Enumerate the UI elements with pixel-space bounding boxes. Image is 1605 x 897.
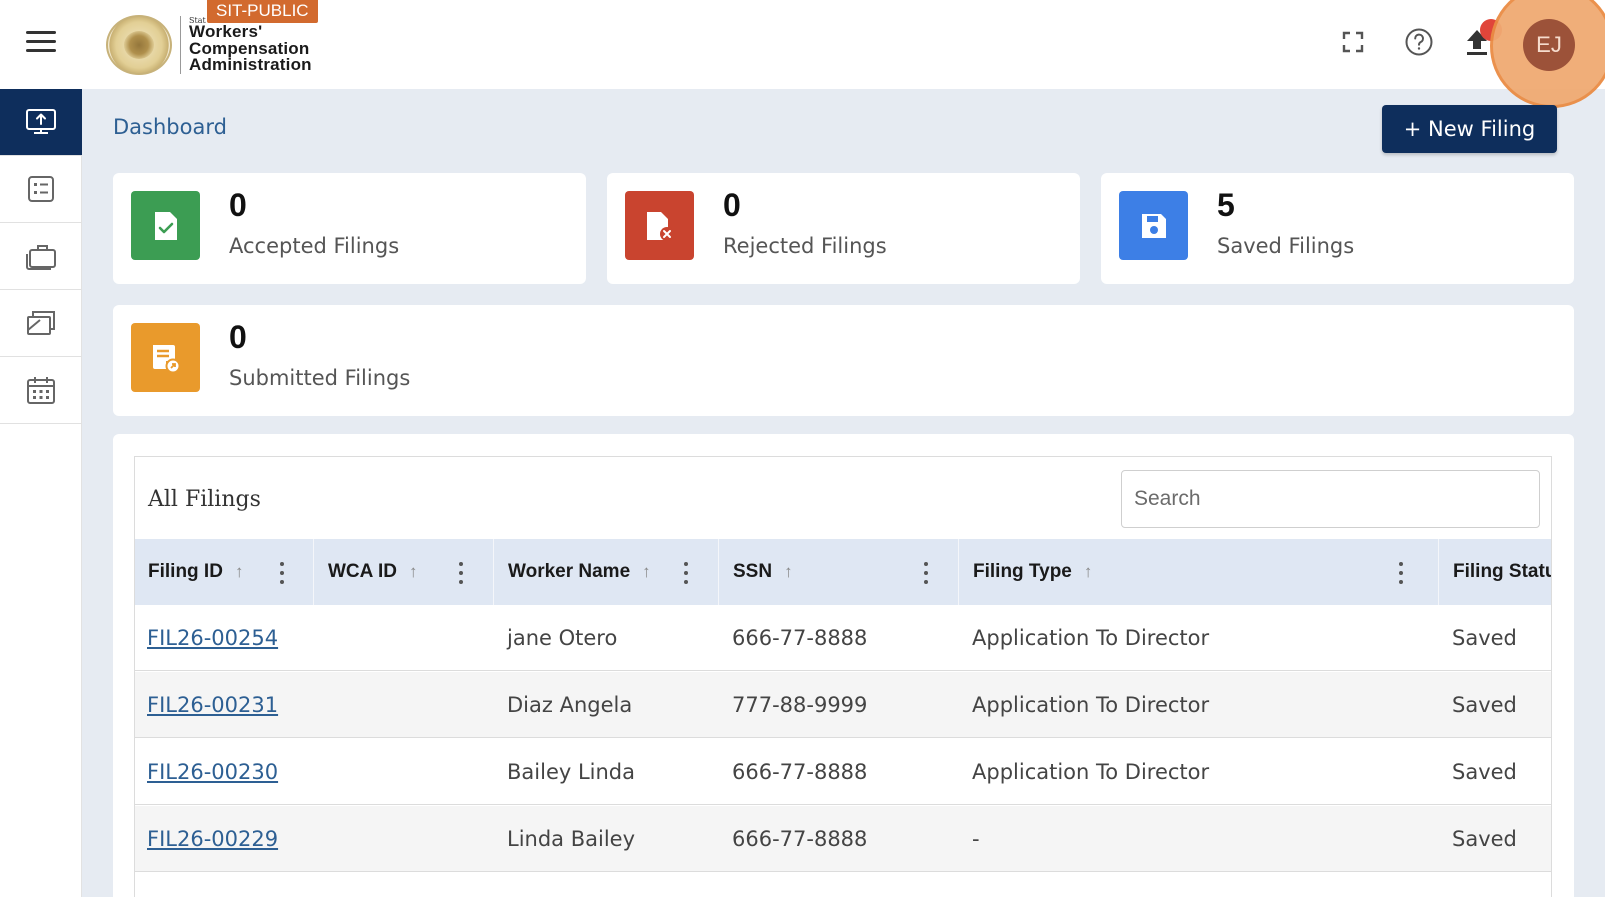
column-divider	[313, 539, 314, 605]
column-divider	[1438, 539, 1439, 605]
sidebar-item-documents[interactable]	[0, 290, 82, 357]
column-label: SSN	[733, 561, 773, 582]
column-header-wca-id[interactable]: WCA ID ↑	[328, 539, 417, 605]
filing-id-link[interactable]: FIL26-00254	[147, 626, 278, 650]
submitted-label: Submitted Filings	[229, 366, 411, 390]
column-menu-icon[interactable]	[272, 562, 292, 584]
table-row[interactable]: FIL26-00230 Bailey Linda 666-77-8888 App…	[135, 739, 1551, 805]
environment-badge: SIT-PUBLIC	[207, 0, 318, 23]
worker-name-cell: jane Otero	[507, 626, 618, 650]
column-divider	[718, 539, 719, 605]
ssn-cell: 666-77-8888	[732, 760, 868, 784]
filings-table: All Filings Filing ID ↑ WCA ID ↑ Worker Na…	[134, 456, 1552, 897]
filing-id-cell[interactable]: FIL26-00229	[147, 806, 278, 872]
sort-arrow-icon[interactable]: ↑	[784, 562, 793, 582]
filing-type-cell: Application To Director	[972, 693, 1210, 717]
filing-type-cell: -	[972, 827, 980, 851]
column-label: Filing Type	[973, 561, 1072, 582]
table-row[interactable]: FIL26-00231 Diaz Angela 777-88-9999 Appl…	[135, 672, 1551, 738]
column-label: Filing ID	[148, 561, 223, 582]
search-input[interactable]	[1121, 470, 1540, 528]
worker-name-cell: Linda Bailey	[507, 827, 636, 851]
column-header-ssn[interactable]: SSN ↑	[733, 539, 793, 605]
status-cell: Saved	[1452, 760, 1517, 784]
filing-id-link[interactable]: FIL26-00230	[147, 760, 278, 784]
ssn-cell: 666-77-8888	[732, 626, 868, 650]
filing-id-cell[interactable]: FIL26-00231	[147, 672, 278, 738]
column-header-filing-status[interactable]: Filing Statu	[1453, 539, 1552, 605]
rejected-filings-card[interactable]: 0 Rejected Filings	[607, 173, 1080, 284]
sidebar	[0, 89, 82, 897]
checklist-icon	[28, 176, 54, 202]
submitted-count: 0	[229, 319, 247, 355]
column-divider	[958, 539, 959, 605]
status-cell: Saved	[1452, 827, 1517, 851]
documents-icon	[27, 311, 55, 335]
sort-arrow-icon[interactable]: ↑	[642, 562, 651, 582]
help-icon[interactable]	[1401, 24, 1437, 60]
table-row[interactable]: FIL26-00229 Linda Bailey 666-77-8888 - S…	[135, 806, 1551, 872]
worker-name-cell: Bailey Linda	[507, 760, 636, 784]
filings-panel: All Filings Filing ID ↑ WCA ID ↑ Worker Na…	[113, 434, 1574, 897]
column-header-worker-name[interactable]: Worker Name ↑	[508, 539, 651, 605]
saved-label: Saved Filings	[1217, 234, 1355, 258]
file-check-icon	[131, 191, 200, 260]
filing-type-cell: Application To Director	[972, 626, 1210, 650]
column-menu-icon[interactable]	[1391, 562, 1411, 584]
file-x-icon	[625, 191, 694, 260]
column-label: WCA ID	[328, 561, 397, 582]
column-label: Worker Name	[508, 561, 631, 582]
accepted-label: Accepted Filings	[229, 234, 400, 258]
column-header-filing-id[interactable]: Filing ID ↑	[148, 539, 243, 605]
briefcase-icon	[26, 245, 56, 270]
filing-id-cell[interactable]: FIL26-00230	[147, 739, 278, 805]
saved-count: 5	[1217, 187, 1235, 223]
monitor-upload-icon	[26, 109, 56, 134]
column-divider	[493, 539, 494, 605]
table-title: All Filings	[148, 487, 261, 512]
column-menu-icon[interactable]	[451, 562, 471, 584]
filing-id-link[interactable]: FIL26-00229	[147, 827, 278, 851]
save-icon	[1119, 191, 1188, 260]
status-cell: Saved	[1452, 693, 1517, 717]
table-header-row: Filing ID ↑ WCA ID ↑ Worker Name ↑ SSN ↑ Fil…	[135, 539, 1552, 605]
filing-id-link[interactable]: FIL26-00231	[147, 693, 278, 717]
accepted-filings-card[interactable]: 0 Accepted Filings	[113, 173, 586, 284]
rejected-count: 0	[723, 187, 741, 223]
ssn-cell: 666-77-8888	[732, 827, 868, 851]
sidebar-item-calendar[interactable]	[0, 357, 82, 424]
hamburger-menu-icon[interactable]	[26, 31, 56, 55]
column-menu-icon[interactable]	[916, 562, 936, 584]
agency-logo-text: Workers' Compensation Administration	[189, 23, 312, 74]
sidebar-item-filings[interactable]	[0, 156, 82, 223]
top-header: Stat Workers' Compensation Administratio…	[0, 0, 1605, 108]
rejected-label: Rejected Filings	[723, 234, 887, 258]
breadcrumb[interactable]: Dashboard	[113, 115, 227, 139]
user-avatar[interactable]: EJ	[1523, 19, 1575, 71]
sidebar-item-cases[interactable]	[0, 223, 82, 290]
column-menu-icon[interactable]	[676, 562, 696, 584]
state-seal-logo	[106, 15, 172, 75]
new-filing-button[interactable]: + New Filing	[1382, 105, 1557, 153]
filing-type-cell: Application To Director	[972, 760, 1210, 784]
fullscreen-icon[interactable]	[1335, 24, 1371, 60]
logo-divider	[180, 16, 181, 74]
saved-filings-card[interactable]: 5 Saved Filings	[1101, 173, 1574, 284]
calendar-icon	[27, 377, 55, 404]
submit-doc-icon	[131, 323, 200, 392]
table-row[interactable]: FIL26-00254 jane Otero 666-77-8888 Appli…	[135, 605, 1551, 671]
worker-name-cell: Diaz Angela	[507, 693, 633, 717]
sort-arrow-icon[interactable]: ↑	[1084, 562, 1093, 582]
accepted-count: 0	[229, 187, 247, 223]
submitted-filings-card[interactable]: 0 Submitted Filings	[113, 305, 1574, 416]
logo-line-3: Administration	[189, 55, 312, 74]
sort-arrow-icon[interactable]: ↑	[235, 562, 244, 582]
sort-arrow-icon[interactable]: ↑	[409, 562, 418, 582]
status-cell: Saved	[1452, 626, 1517, 650]
filing-id-cell[interactable]: FIL26-00254	[147, 605, 278, 671]
ssn-cell: 777-88-9999	[732, 693, 868, 717]
column-header-filing-type[interactable]: Filing Type ↑	[973, 539, 1092, 605]
sidebar-item-dashboard[interactable]	[0, 89, 82, 156]
column-label: Filing Statu	[1453, 561, 1552, 582]
